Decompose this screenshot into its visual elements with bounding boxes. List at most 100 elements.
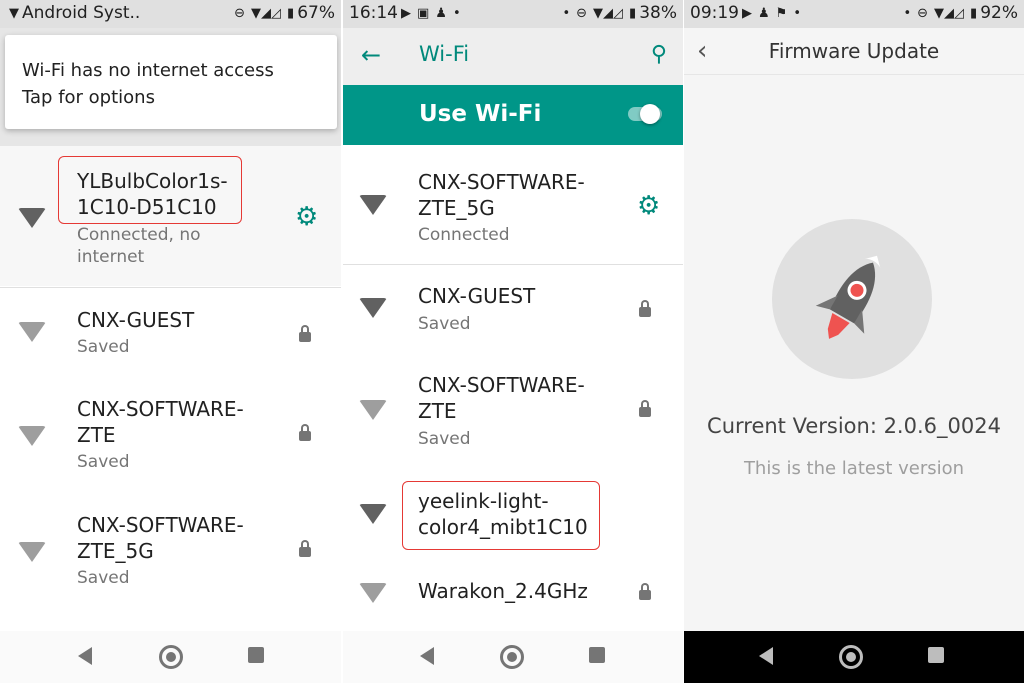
battery-percent: 38% <box>639 3 677 23</box>
panel-wifi-notification: ▼ Android Syst.. ⊖ ▼◢◿ ▮ 67% Wi-Fi has no in… <box>0 0 341 683</box>
gear-icon[interactable]: ⚙ <box>637 193 660 219</box>
lock-icon <box>639 300 651 317</box>
panel-wifi-settings: 16:14 ▶ ▣ ♟ • • ⊖ ▼◢◿ ▮ 38% ← Wi-Fi ⚲ Use Wi-Fi … <box>343 0 683 683</box>
network-item[interactable]: CNX-SOFTWARE- ZTE_5G Saved <box>0 500 341 616</box>
dnd-icon: ⊖ <box>917 5 929 21</box>
wifi-icon <box>18 426 46 446</box>
network-status: Saved <box>77 337 130 357</box>
network-item[interactable]: YLBulbColor1s- 1C10-D51C10 Connected, no… <box>0 146 341 286</box>
lock-icon <box>299 540 311 557</box>
network-status: Saved <box>77 568 130 588</box>
nav-bar <box>684 631 1024 683</box>
nav-bar <box>0 631 341 683</box>
rocket-badge <box>772 219 932 379</box>
status-right: • ⊖ ▼◢◿ ▮ 38% <box>559 3 677 23</box>
network-ssid: yeelink-light- <box>418 489 549 513</box>
person-icon: ♟ <box>758 5 770 21</box>
latest-version-note: This is the latest version <box>743 458 965 479</box>
status-time: 09:19 <box>690 3 739 23</box>
app-icon: ▶ <box>401 5 411 21</box>
status-bar: ▼ Android Syst.. ⊖ ▼◢◿ ▮ 67% <box>0 0 341 28</box>
battery-icon: ▮ <box>287 5 295 21</box>
lock-icon <box>639 400 651 417</box>
network-status: Connected, no <box>77 225 201 245</box>
network-item[interactable]: CNX-SOFTWARE- ZTE Saved <box>0 384 341 500</box>
battery-percent: 67% <box>297 3 335 23</box>
search-icon[interactable]: ⚲ <box>651 42 667 67</box>
wifi-icon <box>18 322 46 342</box>
network-ssid: CNX-SOFTWARE- <box>418 170 585 194</box>
nav-recent-icon[interactable] <box>589 647 605 663</box>
network-ssid: CNX-SOFTWARE- <box>418 373 585 397</box>
network-status: Saved <box>418 429 471 449</box>
network-ssid: CNX-GUEST <box>77 308 195 332</box>
wifi-icon <box>359 400 387 420</box>
current-version: Current Version: 2.0.6_0024 <box>707 414 1001 438</box>
status-bar: 09:19 ▶ ♟ ⚑ • • ⊖ ▼◢◿ ▮ 92% <box>684 0 1024 28</box>
battery-percent: 92% <box>980 3 1018 23</box>
network-item[interactable]: CNX-SOFTWARE- ZTE Saved <box>343 355 683 471</box>
page-title: Wi-Fi <box>419 42 470 66</box>
wifi-icon <box>18 208 46 228</box>
app-icon: ▶ <box>742 5 752 21</box>
notification-subtitle: Tap for options <box>22 87 155 108</box>
use-wifi-bar[interactable]: Use Wi-Fi <box>343 85 683 145</box>
nav-home-icon[interactable] <box>159 645 183 669</box>
use-wifi-label: Use Wi-Fi <box>419 101 542 127</box>
network-ssid: Warakon_2.4GHz <box>418 579 588 603</box>
network-item[interactable]: CNX-GUEST Saved <box>343 265 683 353</box>
network-ssid: CNX-SOFTWARE- <box>77 397 244 421</box>
wifi-icon <box>359 298 387 318</box>
network-ssid: CNX-GUEST <box>418 284 536 308</box>
notification-title: Wi-Fi has no internet access <box>22 60 274 81</box>
status-time: 16:14 <box>349 3 398 23</box>
network-ssid-line2: ZTE <box>77 423 116 447</box>
wifi-icon <box>359 504 387 524</box>
status-app: Android Syst.. <box>22 3 141 23</box>
signal-icon: ▼◢◿ <box>934 5 965 21</box>
network-ssid: CNX-SOFTWARE- <box>77 513 244 537</box>
flag-icon: ⚑ <box>775 5 788 21</box>
signal-icon: ▼◢◿ <box>593 5 624 21</box>
nav-back-icon[interactable] <box>420 647 434 665</box>
network-item[interactable]: CNX-GUEST Saved <box>0 288 341 384</box>
dot-icon: • <box>452 5 461 21</box>
dnd-icon: ⊖ <box>576 5 588 21</box>
wifi-icon <box>359 583 387 603</box>
network-ssid-line2: 1C10-D51C10 <box>77 195 217 219</box>
page-title: Firmware Update <box>768 39 940 63</box>
nav-home-icon[interactable] <box>839 645 863 669</box>
rocket-icon <box>815 255 881 339</box>
back-arrow-icon[interactable]: ← <box>361 41 381 69</box>
lock-icon <box>639 583 651 600</box>
header: ‹ Firmware Update <box>684 28 1024 75</box>
wifi-icon <box>359 195 387 215</box>
nav-home-icon[interactable] <box>500 645 524 669</box>
network-status: Connected <box>418 225 510 245</box>
lock-icon <box>299 424 311 441</box>
status-right: • ⊖ ▼◢◿ ▮ 92% <box>900 3 1018 23</box>
network-status: Saved <box>77 452 130 472</box>
app-icon: ▣ <box>417 5 430 21</box>
panel-firmware-update: 09:19 ▶ ♟ ⚑ • • ⊖ ▼◢◿ ▮ 92% ‹ Firmware Update Cu… <box>684 0 1024 683</box>
status-left: 09:19 ▶ ♟ ⚑ • <box>690 3 804 23</box>
wifi-icon <box>18 542 46 562</box>
network-ssid-line2: ZTE_5G <box>77 539 154 563</box>
notification-card[interactable]: Wi-Fi has no internet access Tap for opt… <box>5 35 337 129</box>
network-ssid-line2: color4_mibt1C10 <box>418 515 588 539</box>
lock-icon <box>299 325 311 342</box>
nav-back-icon[interactable] <box>78 647 92 665</box>
gear-icon[interactable]: ⚙ <box>295 204 318 230</box>
network-item[interactable]: yeelink-light- color4_mibt1C10 <box>343 472 683 562</box>
nav-bar <box>343 631 683 683</box>
app-bar: ← Wi-Fi ⚲ <box>343 28 683 85</box>
nav-recent-icon[interactable] <box>928 647 944 663</box>
nav-back-icon[interactable] <box>759 647 773 665</box>
wifi-status-icon: ▼ <box>9 5 19 21</box>
wifi-toggle[interactable] <box>640 104 660 124</box>
network-item[interactable]: CNX-SOFTWARE- ZTE_5G Connected ⚙ <box>343 145 683 263</box>
network-ssid: YLBulbColor1s- <box>77 169 228 193</box>
network-item[interactable]: Warakon_2.4GHz <box>343 563 683 629</box>
nav-recent-icon[interactable] <box>248 647 264 663</box>
status-bar: 16:14 ▶ ▣ ♟ • • ⊖ ▼◢◿ ▮ 38% <box>343 0 683 28</box>
